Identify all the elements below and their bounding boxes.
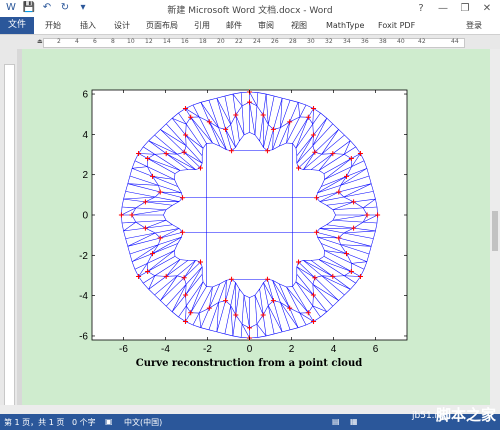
scrollbar-thumb[interactable] (492, 211, 498, 251)
ruler-label: 20 (217, 38, 225, 45)
word-logo-icon: W (6, 2, 16, 13)
ruler-label: 34 (343, 38, 351, 45)
y-tick-label: -6 (79, 331, 88, 342)
tab-design[interactable]: 设计 (114, 17, 130, 34)
undo-icon[interactable]: ↶ (40, 1, 54, 15)
vertical-scrollbar[interactable] (490, 49, 500, 405)
ribbon-tabs: 文件 开始 插入 设计 页面布局 引用 邮件 审阅 视图 MathType Fo… (0, 17, 500, 35)
ruler-label: 10 (127, 38, 135, 45)
y-tick-label: 4 (82, 130, 88, 141)
tab-home[interactable]: 开始 (45, 17, 61, 34)
tab-mailings[interactable]: 邮件 (226, 17, 242, 34)
tab-view[interactable]: 视图 (291, 17, 307, 34)
ruler-label: 24 (253, 38, 261, 45)
point-cloud-figure: -6 -4 -2 0 2 4 6 6 4 2 0 -2 -4 -6 Curve reconstructio… (79, 89, 408, 369)
login-link[interactable]: 登录 (466, 17, 482, 34)
ruler-label: 4 (75, 38, 79, 45)
tab-layout[interactable]: 页面布局 (146, 17, 178, 34)
ruler-label: 2 (57, 38, 61, 45)
ruler-label: 36 (361, 38, 369, 45)
document-page[interactable]: -6 -4 -2 0 2 4 6 6 4 2 0 -2 -4 -6 Curve reconstructio… (22, 49, 490, 405)
ruler-label: 40 (397, 38, 405, 45)
language-indicator[interactable]: 中文(中国) (124, 417, 162, 428)
y-tick-label: -2 (79, 251, 88, 262)
ruler-label: 14 (163, 38, 171, 45)
figure-caption: Curve reconstruction from a point cloud (136, 358, 362, 369)
ruler-band (4, 64, 15, 406)
vertical-ruler[interactable] (0, 49, 17, 406)
y-tick-label: 2 (82, 170, 88, 181)
ruler-label: 30 (307, 38, 315, 45)
read-mode-icon[interactable]: ▤ (332, 417, 340, 426)
ruler-label: 8 (111, 38, 115, 45)
x-tick-label: 4 (331, 344, 337, 355)
ruler-label: 16 (181, 38, 189, 45)
title-bar: W 💾 ↶ ↻ ▾ 新建 Microsoft Word 文档.docx - Wo… (0, 0, 500, 17)
tab-review[interactable]: 审阅 (258, 17, 274, 34)
x-tick-label: -4 (161, 344, 170, 355)
restore-button[interactable]: ❐ (454, 0, 476, 17)
ruler-label: 12 (145, 38, 153, 45)
tab-mathtype[interactable]: MathType (326, 17, 364, 34)
x-tick-label: 2 (289, 344, 295, 355)
minimize-button[interactable]: — (432, 0, 454, 17)
y-tick-label: -4 (79, 291, 88, 302)
close-button[interactable]: ✕ (476, 0, 498, 17)
ruler-label: 18 (199, 38, 207, 45)
ruler-indent-marker[interactable]: ⏏ (37, 38, 43, 45)
ruler-label: 6 (93, 38, 97, 45)
ruler-label: 26 (271, 38, 279, 45)
ruler-label: 42 (418, 38, 426, 45)
help-button[interactable]: ? (410, 0, 432, 17)
x-tick-label: -2 (203, 344, 212, 355)
y-tick-label: 0 (82, 211, 88, 222)
x-tick-label: 0 (247, 344, 253, 355)
horizontal-ruler[interactable]: ⏏ 2 4 6 8 10 12 14 16 18 20 22 24 26 28 … (0, 35, 500, 49)
tab-references[interactable]: 引用 (194, 17, 210, 34)
save-icon[interactable]: 💾 (22, 1, 36, 15)
window-title: 新建 Microsoft Word 文档.docx - Word (167, 6, 333, 16)
ruler-label: 28 (289, 38, 297, 45)
ruler-label: 22 (235, 38, 243, 45)
word-count[interactable]: 0 个字 (72, 417, 96, 428)
tab-insert[interactable]: 插入 (80, 17, 96, 34)
watermark-logo: 脚本之家 (436, 406, 497, 424)
print-layout-icon[interactable]: ▦ (350, 417, 358, 426)
ruler-label: 38 (379, 38, 387, 45)
tab-foxit-pdf[interactable]: Foxit PDF (378, 17, 415, 34)
proofing-icon[interactable]: ▣ (105, 417, 113, 426)
tab-file[interactable]: 文件 (0, 17, 34, 34)
page-indicator[interactable]: 第 1 页，共 1 页 (4, 417, 64, 428)
redo-icon[interactable]: ↻ (58, 1, 72, 15)
status-bar: 第 1 页，共 1 页 0 个字 ▣ 中文(中国) ▤ ▦ jb51.net 脚… (0, 406, 500, 430)
y-tick-label: 6 (82, 90, 88, 101)
x-tick-label: -6 (119, 344, 128, 355)
ruler-label: 32 (325, 38, 333, 45)
ruler-label: 44 (451, 38, 459, 45)
customize-icon[interactable]: ▾ (76, 1, 90, 15)
x-tick-label: 6 (373, 344, 379, 355)
